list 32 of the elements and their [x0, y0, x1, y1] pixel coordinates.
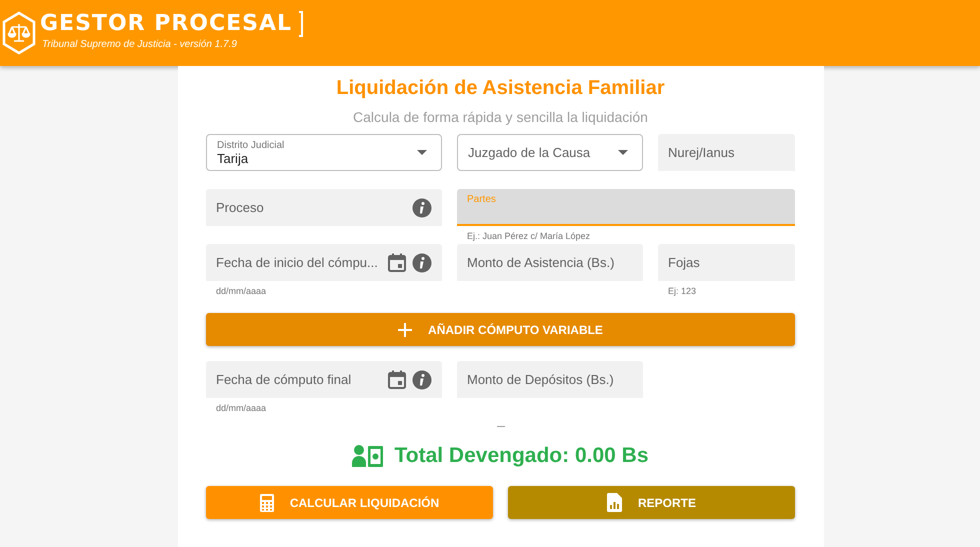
field-hint: dd/mm/aaaa [215, 285, 268, 298]
info-icon[interactable] [412, 252, 432, 272]
input-field[interactable]: Proceso [206, 189, 442, 226]
bracket-icon [298, 10, 304, 36]
dropdown-field[interactable]: Distrito Judicial Tarija [206, 134, 442, 171]
calendar-icon[interactable] [388, 253, 406, 272]
dropdown-caret-icon[interactable] [417, 150, 427, 155]
input-field[interactable]: Fecha de inicio del cómpu... [206, 244, 442, 281]
dropdown-field[interactable]: Juzgado de la Causa [457, 134, 643, 171]
input-field[interactable]: Monto de Asistencia (Bs.) [457, 244, 643, 281]
page-subtitle: Calcula de forma rápida y sencilla la liquidación [352, 108, 649, 126]
calculator-icon [260, 494, 274, 512]
person-money-icon [352, 445, 384, 467]
field-hint: Ej.: Juan Pérez c/ María López [466, 230, 592, 243]
input-field[interactable]: Fojas [658, 244, 795, 281]
app-subtitle: Tribunal Supremo de Justicia - versión 1.7.9 [42, 38, 238, 50]
info-icon[interactable] [412, 198, 432, 218]
info-icon[interactable] [412, 370, 432, 390]
app-title: GESTOR PROCESAL [40, 12, 292, 34]
input-field[interactable]: Fecha de cómputo final [206, 361, 442, 398]
page-title: Liquidación de Asistencia Familiar [335, 76, 666, 101]
scales-logo-icon [2, 11, 36, 55]
total-amount: Total Devengado: 0.00 Bs [394, 444, 648, 468]
calendar-icon[interactable] [388, 370, 406, 389]
action-button[interactable]: REPORTE [508, 486, 795, 519]
input-field[interactable]: Monto de Depósitos (Bs.) [457, 361, 643, 398]
input-field[interactable]: Nurej/Ianus [658, 134, 795, 171]
field-hint: Ej: 123 [667, 285, 698, 298]
report-icon [606, 493, 622, 512]
field-hint: dd/mm/aaaa [215, 402, 268, 415]
plus-icon [398, 322, 412, 336]
dropdown-caret-icon[interactable] [618, 150, 628, 155]
